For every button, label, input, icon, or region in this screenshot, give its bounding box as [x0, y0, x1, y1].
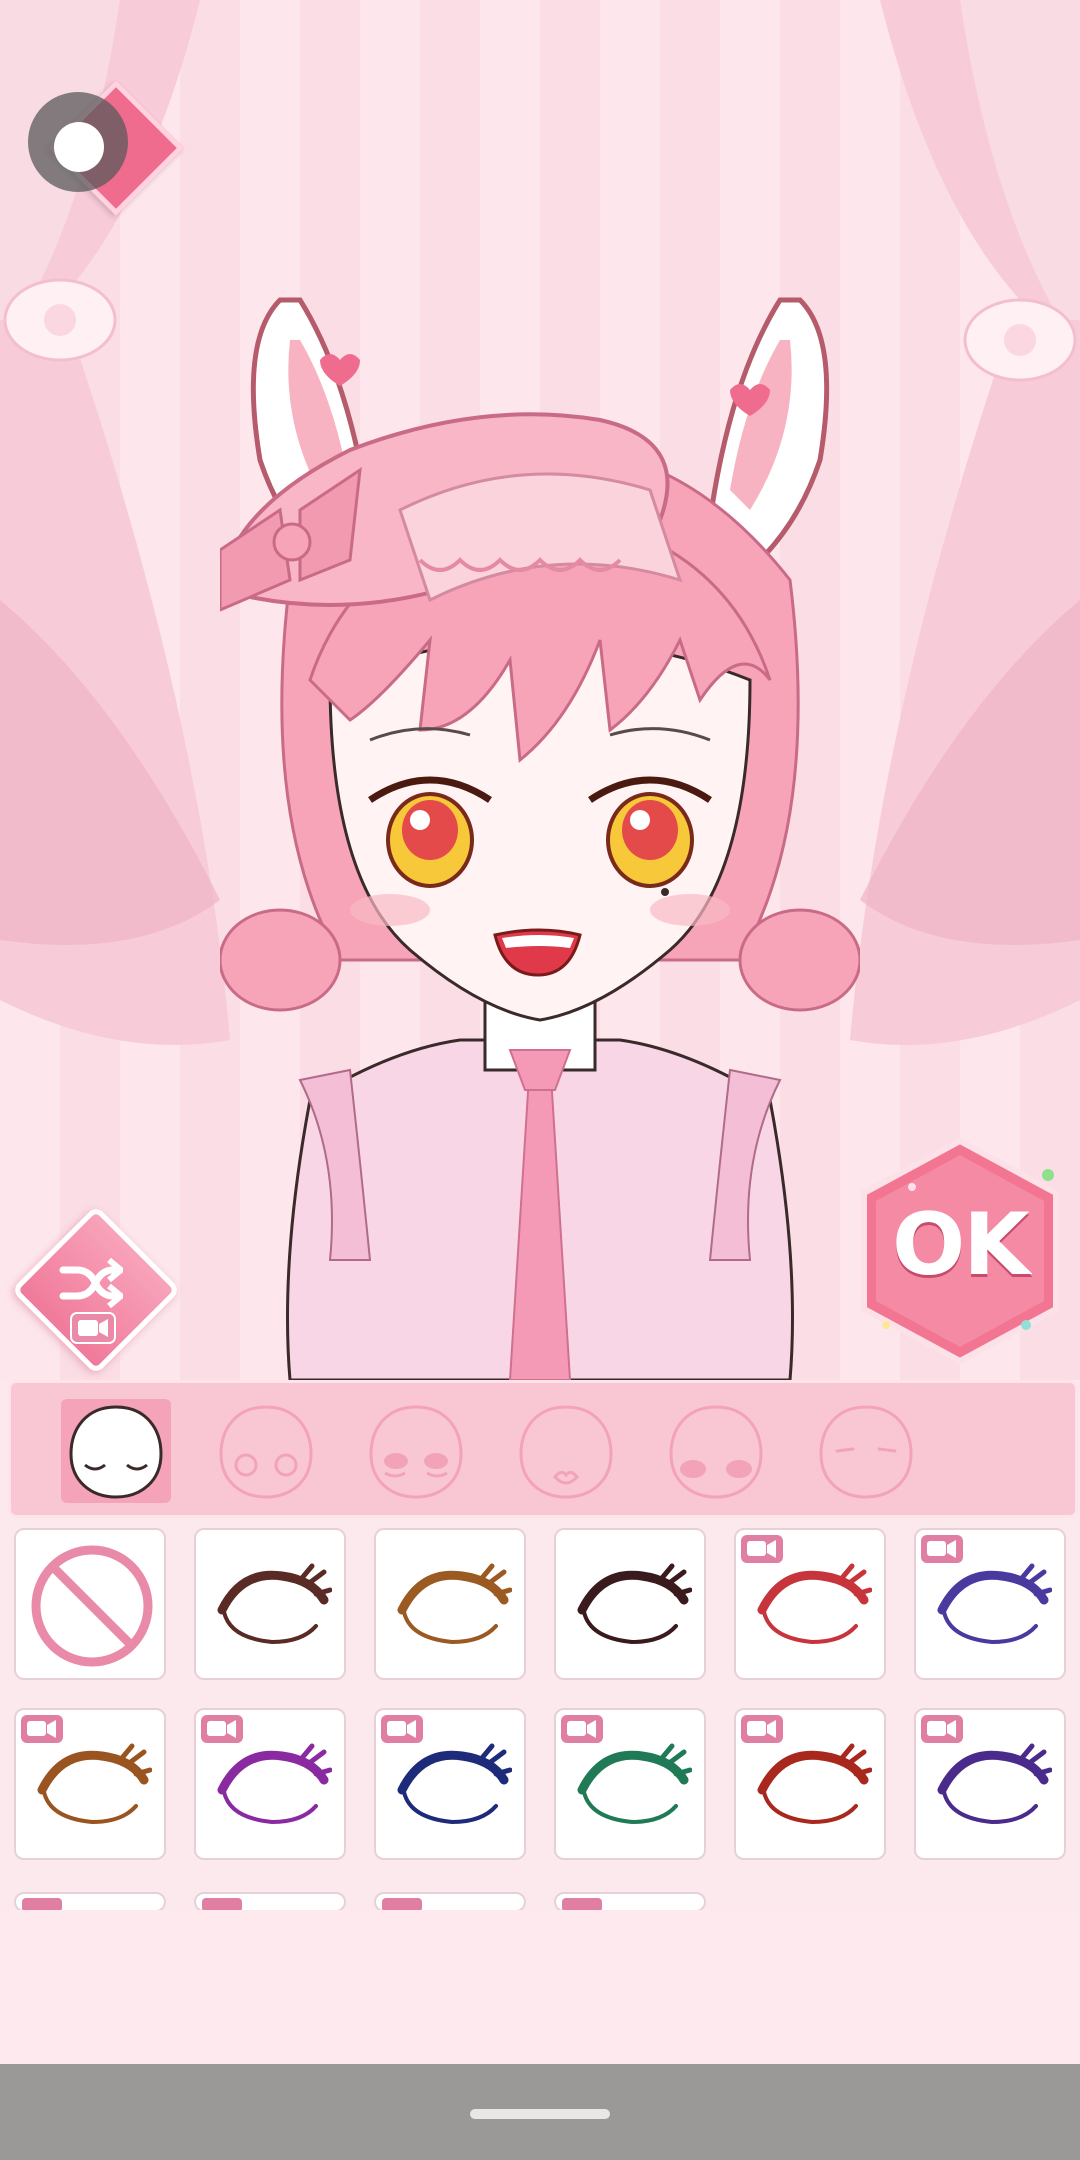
- face-blush-closed-eyes-icon: [369, 1405, 463, 1499]
- tab-closed-eyes-face[interactable]: [61, 1399, 171, 1503]
- face-brow-icon: [819, 1405, 913, 1499]
- face-cheeks-icon: [669, 1405, 763, 1499]
- eye-option[interactable]: [914, 1708, 1066, 1860]
- character-preview-area: OK: [0, 0, 1080, 1380]
- eye-option-partial[interactable]: [374, 1892, 526, 1912]
- eye-shape-icon: [757, 1563, 872, 1645]
- eye-option-partial[interactable]: [14, 1892, 166, 1912]
- video-ad-icon: [21, 1715, 63, 1743]
- tab-open-eyes-face[interactable]: [211, 1399, 321, 1503]
- tab-mouth-face[interactable]: [511, 1399, 621, 1503]
- eye-option[interactable]: [554, 1528, 706, 1680]
- eye-shape-icon: [757, 1743, 872, 1825]
- eye-shape-icon: [397, 1563, 512, 1645]
- video-ad-icon: [381, 1715, 423, 1743]
- eye-shape-icon: [217, 1563, 332, 1645]
- home-gesture-pill[interactable]: [470, 2109, 610, 2119]
- eye-shape-icon: [577, 1563, 692, 1645]
- empty-panel-area: [0, 1910, 1080, 2065]
- right-curtain-decoration: [850, 0, 1080, 1045]
- eye-option-partial[interactable]: [554, 1892, 706, 1912]
- eye-option[interactable]: [374, 1708, 526, 1860]
- eye-option[interactable]: [914, 1528, 1066, 1680]
- shuffle-icon: [59, 1257, 123, 1309]
- eye-option-none[interactable]: [14, 1528, 166, 1680]
- character-avatar: [220, 297, 860, 1380]
- eye-option-partial[interactable]: [194, 1892, 346, 1912]
- toggle-icon: [28, 92, 128, 192]
- video-ad-icon: [70, 1312, 116, 1344]
- randomize-button[interactable]: [11, 1205, 181, 1375]
- eye-option[interactable]: [14, 1708, 166, 1860]
- eye-style-grid: [0, 1528, 1080, 1912]
- tab-brow-face[interactable]: [811, 1399, 921, 1503]
- eye-shape-icon: [397, 1743, 512, 1825]
- eye-option[interactable]: [194, 1528, 346, 1680]
- video-ad-icon: [201, 1715, 243, 1743]
- eye-option[interactable]: [194, 1708, 346, 1860]
- eye-option[interactable]: [734, 1528, 886, 1680]
- eye-shape-icon: [577, 1743, 692, 1825]
- ok-button[interactable]: OK: [856, 1135, 1064, 1367]
- eye-shape-icon: [37, 1743, 152, 1825]
- eye-shape-icon: [937, 1743, 1052, 1825]
- face-closed-eyes-icon: [69, 1405, 163, 1499]
- none-icon: [31, 1545, 153, 1667]
- eye-option[interactable]: [374, 1528, 526, 1680]
- eye-shape-icon: [217, 1743, 332, 1825]
- face-open-eyes-icon: [219, 1405, 313, 1499]
- video-ad-icon: [741, 1535, 783, 1563]
- face-mouth-icon: [519, 1405, 613, 1499]
- video-ad-icon: [741, 1715, 783, 1743]
- video-ad-icon: [921, 1715, 963, 1743]
- tab-blush-face[interactable]: [361, 1399, 471, 1503]
- eye-option[interactable]: [734, 1708, 886, 1860]
- ok-label: OK: [892, 1195, 1030, 1295]
- eye-shape-icon: [937, 1563, 1052, 1645]
- view-toggle-button[interactable]: [28, 80, 184, 216]
- eye-option[interactable]: [554, 1708, 706, 1860]
- video-ad-icon: [921, 1535, 963, 1563]
- face-category-tab-bar: [8, 1380, 1078, 1518]
- tab-cheeks-face[interactable]: [661, 1399, 771, 1503]
- video-ad-icon: [561, 1715, 603, 1743]
